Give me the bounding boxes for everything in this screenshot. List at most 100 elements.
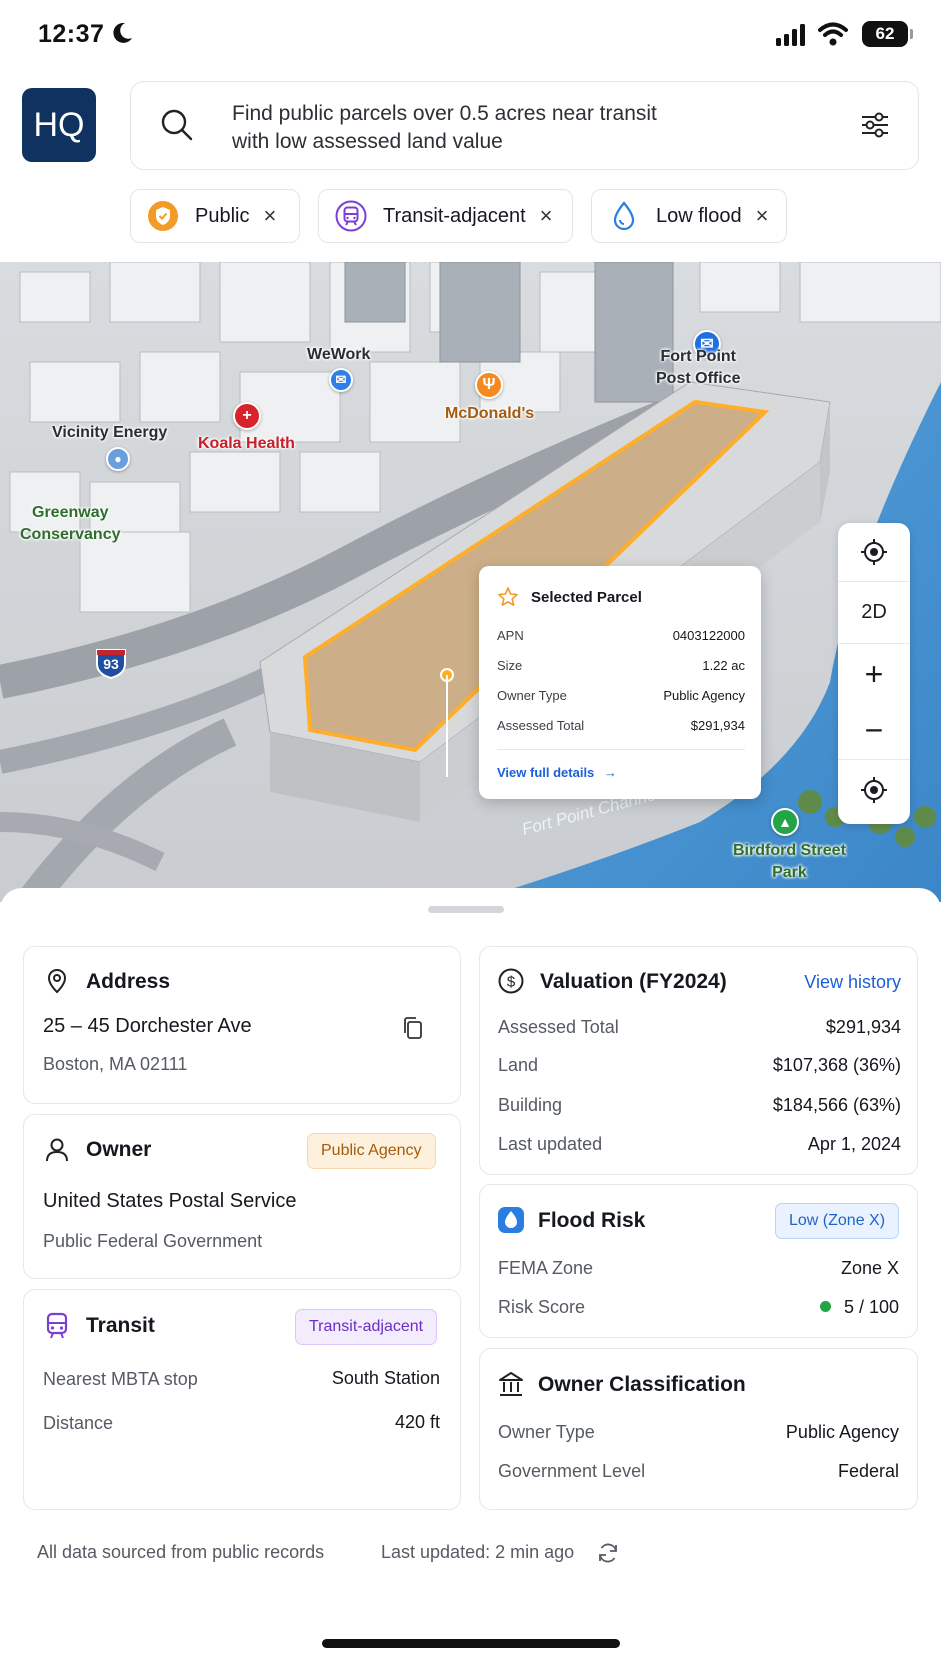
crosshair-icon <box>861 777 887 803</box>
classification-gov-level-label: Government Level <box>498 1461 646 1481</box>
valuation-title: Valuation (FY2024) <box>540 970 727 993</box>
medical-pin-icon[interactable]: + <box>233 402 261 430</box>
valuation-assessed-value: $291,934 <box>825 1017 901 1037</box>
map-view[interactable]: ✉ Fort Point Post Office WeWork ✉ Ψ McDo… <box>0 262 941 902</box>
owner-badge: Public Agency <box>307 1133 436 1169</box>
wifi-icon <box>818 22 848 46</box>
shield-icon <box>148 201 178 231</box>
view-full-details-link[interactable]: View full details → <box>497 765 617 780</box>
poi-label-greenway[interactable]: Greenway Conservancy <box>20 502 121 546</box>
filter-sliders-icon[interactable] <box>858 108 892 142</box>
parcel-row-owner-type: Owner Type Public Agency <box>497 688 745 703</box>
last-updated-note: Last updated: 2 min ago <box>381 1542 575 1562</box>
risk-score-dot <box>820 1301 831 1312</box>
park-pin-icon[interactable]: ▲ <box>771 808 799 836</box>
close-icon[interactable]: × <box>756 205 769 227</box>
copy-icon[interactable] <box>400 1015 426 1041</box>
address-line1: 25 – 45 Dorchester Ave <box>43 1015 252 1037</box>
droplet-icon <box>613 201 635 231</box>
status-bar: 12:37 62 <box>0 0 941 70</box>
view-history-link[interactable]: View history <box>804 972 901 993</box>
owner-type: Public Federal Government <box>43 1231 263 1251</box>
zoom-out-button[interactable]: − <box>838 701 910 759</box>
poi-label-mcdonalds[interactable]: McDonald's <box>445 403 534 425</box>
map-controls: 2D + − <box>838 523 910 824</box>
poi-label-post-office[interactable]: Fort Point Post Office <box>656 346 740 390</box>
valuation-updated-value: Apr 1, 2024 <box>807 1134 901 1154</box>
map-background <box>0 262 941 902</box>
close-icon[interactable]: × <box>263 205 276 227</box>
filter-chip-public[interactable]: Public × <box>130 189 300 243</box>
divider <box>838 643 910 644</box>
chip-label: Public <box>195 204 250 227</box>
sheet-drag-handle[interactable] <box>428 906 504 913</box>
location-pin-icon <box>47 968 67 994</box>
risk-score-value: 5 / 100 <box>843 1297 899 1317</box>
locate-button[interactable] <box>838 523 910 581</box>
transit-badge: Transit-adjacent <box>295 1309 438 1345</box>
mail-pin-icon[interactable]: ✉ <box>329 368 353 392</box>
crosshair-icon <box>861 539 887 565</box>
divider <box>838 759 910 760</box>
risk-score-label: Risk Score <box>498 1297 586 1317</box>
building-columns-icon <box>499 1372 523 1396</box>
search-query-line1: Find public parcels over 0.5 acres near … <box>232 102 657 125</box>
app-logo[interactable]: HQ <box>22 88 96 162</box>
valuation-land-value: $107,368 (36%) <box>772 1055 901 1075</box>
owner-title: Owner <box>86 1138 152 1161</box>
divider <box>838 581 910 582</box>
parcel-row-size: Size 1.22 ac <box>497 658 745 673</box>
parcel-card-title: Selected Parcel <box>531 589 642 606</box>
search-query[interactable]: Find public parcels over 0.5 acres near … <box>232 100 752 156</box>
close-icon[interactable]: × <box>540 205 553 227</box>
droplet-icon <box>498 1207 524 1233</box>
poi-label-wework[interactable]: WeWork <box>307 344 370 366</box>
filter-chip-transit[interactable]: Transit-adjacent × <box>318 189 573 243</box>
star-icon[interactable] <box>497 586 519 608</box>
train-icon <box>46 1312 68 1339</box>
flood-title: Flood Risk <box>538 1209 646 1232</box>
refresh-icon[interactable] <box>596 1541 620 1565</box>
classification-gov-level-value: Federal <box>837 1461 899 1481</box>
dollar-icon: $ <box>498 968 524 994</box>
svg-text:$: $ <box>507 974 516 991</box>
owner-name: United States Postal Service <box>43 1190 297 1212</box>
selected-parcel-card[interactable]: Selected Parcel APN 0403122000 Size 1.22 a… <box>479 566 761 799</box>
transit-stop-label: Nearest MBTA stop <box>43 1369 198 1389</box>
highway-shield-number: 93 <box>103 656 119 672</box>
train-icon <box>335 200 367 232</box>
moon-icon <box>113 22 132 43</box>
transit-distance-label: Distance <box>43 1413 114 1433</box>
zoom-in-button[interactable]: + <box>838 645 910 703</box>
toggle-2d-button[interactable]: 2D <box>838 583 910 641</box>
address-title: Address <box>86 970 171 993</box>
chip-label: Low flood <box>656 204 742 227</box>
data-source-note: All data sourced from public records <box>37 1542 325 1562</box>
divider <box>497 749 745 750</box>
filter-chip-low-flood[interactable]: Low flood × <box>591 189 787 243</box>
classification-owner-type-label: Owner Type <box>498 1422 595 1442</box>
valuation-land-label: Land <box>498 1055 539 1075</box>
valuation-building-label: Building <box>498 1095 563 1115</box>
arrow-right-icon: → <box>603 765 617 780</box>
transit-title: Transit <box>86 1314 155 1337</box>
transit-distance-value: 420 ft <box>394 1412 440 1432</box>
poi-label-vicinity-energy[interactable]: Vicinity Energy <box>52 422 167 444</box>
restaurant-pin-icon[interactable]: Ψ <box>475 371 503 399</box>
status-time: 12:37 <box>38 20 105 48</box>
address-line2: Boston, MA 02111 <box>43 1054 188 1074</box>
energy-pin-icon[interactable]: ● <box>106 447 130 471</box>
recenter-button[interactable] <box>838 761 910 819</box>
valuation-building-value: $184,566 (63%) <box>772 1095 901 1115</box>
search-query-line2: with low assessed land value <box>232 130 503 153</box>
parcel-row-assessed: Assessed Total $291,934 <box>497 718 745 733</box>
search-icon[interactable] <box>160 108 194 142</box>
home-indicator[interactable] <box>322 1639 620 1648</box>
fema-zone-value: Zone X <box>840 1258 899 1278</box>
poi-label-koala-health[interactable]: Koala Health <box>198 433 295 455</box>
transit-stop-value: South Station <box>331 1368 440 1388</box>
parcel-row-apn: APN 0403122000 <box>497 628 745 643</box>
poi-label-birdford-park[interactable]: Birdford Street Park <box>733 840 846 884</box>
valuation-assessed-label: Assessed Total <box>498 1017 619 1037</box>
valuation-updated-label: Last updated <box>498 1134 603 1154</box>
